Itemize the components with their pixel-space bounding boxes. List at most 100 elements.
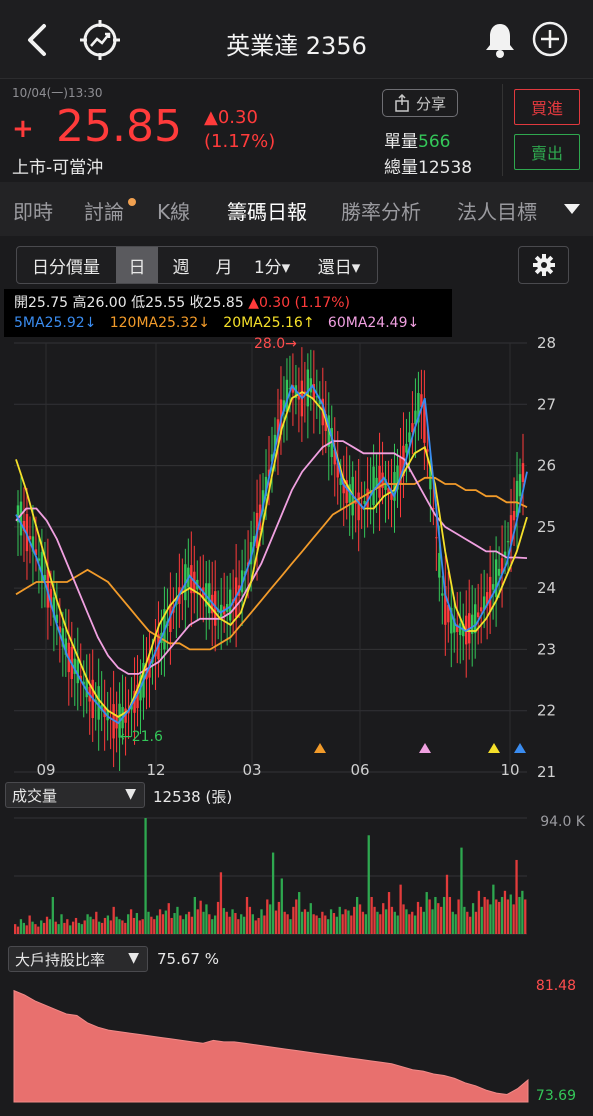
price-change: ▲0.30 (204, 107, 258, 128)
close-label: 收 (189, 295, 204, 311)
volume-bar (193, 896, 196, 934)
period-minute-dropdown[interactable]: 1分▾ (247, 247, 297, 283)
open-value: 25.75 (28, 295, 69, 311)
period-month[interactable]: 月 (203, 247, 245, 283)
volume-bar (506, 899, 510, 934)
volume-bar (150, 916, 153, 934)
ma120-value: 120MA25.32↓ (109, 315, 210, 331)
volume-bar (51, 896, 54, 934)
volume-bar (512, 904, 515, 934)
ma-line: 5MA25.92↓ 120MA25.32↓ 20MA25.16↑ 60MA24.… (14, 315, 419, 331)
candle-body (438, 553, 441, 578)
ohlc-info-box: 開25.75 高26.00 低25.55 收25.85 ▲0.30 (1.17%… (4, 289, 452, 337)
settings-button[interactable] (518, 246, 569, 284)
candle-body (357, 492, 360, 521)
candle-body (19, 501, 23, 536)
volume-bar (498, 901, 501, 934)
tab-institutional-target[interactable]: 法人目標 (457, 196, 537, 225)
volume-bar (437, 903, 440, 934)
plus-circle-icon[interactable] (531, 20, 569, 58)
volume-bar (309, 903, 312, 934)
tab-bar: 即時 討論 K線 籌碼日報 勝率分析 法人目標 (0, 182, 593, 236)
volume-bar (245, 896, 249, 934)
y-tick-label: 28 (537, 337, 556, 352)
volume-number: 12538 (153, 788, 201, 806)
volume-bar (387, 892, 391, 934)
volume-bar (356, 896, 359, 934)
volume-bar (312, 914, 315, 934)
candle-body (408, 432, 411, 443)
volume-bar (370, 896, 373, 934)
volume-bar (277, 901, 281, 934)
tab-win-rate[interactable]: 勝率分析 (341, 196, 421, 225)
volume-bar (121, 920, 124, 934)
candle-body (76, 659, 79, 684)
volume-bar (92, 919, 95, 934)
ratio-max-label: 81.48 (536, 978, 576, 994)
volume-bar (66, 919, 69, 934)
volume-bar (471, 903, 475, 934)
volume-bar (71, 921, 75, 934)
volume-bar (237, 919, 240, 934)
volume-bar (480, 906, 483, 934)
volume-bar (109, 920, 112, 934)
price-change-percent: (1.17%) (204, 131, 276, 152)
volume-bar (280, 878, 283, 934)
volume-bar (127, 914, 130, 934)
candle-body (309, 378, 313, 393)
volume-bar (521, 890, 524, 934)
price-chart[interactable]: 28 27 26 25 24 23 22 21 09 12 03 06 10 28.0→ ←21.6 (0, 337, 593, 782)
holder-ratio-chart[interactable]: 81.48 73.69 (0, 974, 593, 1116)
share-button[interactable]: 分享 (382, 89, 458, 117)
caret-down-icon (563, 204, 580, 214)
holder-indicator-label: 大戶持股比率 (15, 950, 106, 969)
volume-bar (100, 922, 104, 934)
volume-bar (431, 909, 434, 934)
volume-bar (477, 890, 481, 934)
tab-realtime[interactable]: 即時 (13, 196, 53, 225)
volume-bar (466, 911, 469, 934)
volume-bar (37, 926, 40, 934)
candle-body (97, 686, 100, 720)
tab-kline[interactable]: K線 (157, 196, 190, 225)
volume-bar (208, 914, 211, 934)
volume-bar (182, 919, 185, 934)
volume-bar (103, 917, 107, 934)
tab-chip-daily[interactable]: 籌碼日報 (227, 196, 307, 225)
volume-bar (31, 921, 34, 934)
volume-bar (156, 915, 159, 934)
volume-bar (428, 899, 431, 934)
volume-bar (19, 919, 23, 934)
volume-bar (187, 911, 191, 934)
volume-bar (474, 911, 478, 934)
volume-bar (69, 925, 72, 934)
y-tick-label: 25 (537, 518, 556, 536)
volume-bar (54, 921, 57, 934)
volume-indicator-dropdown[interactable]: 成交量 ▼ (5, 782, 145, 808)
period-day[interactable]: 日 (116, 247, 158, 283)
volume-bar (271, 852, 275, 934)
y-tick-label: 22 (537, 702, 556, 720)
candle-body (518, 474, 522, 497)
volume-bar (332, 913, 336, 934)
volume-chart[interactable]: 94.0 K (0, 810, 593, 940)
volume-bar (228, 916, 231, 934)
sell-button[interactable]: 賣出 (514, 134, 580, 170)
tab-discussion[interactable]: 討論 (84, 196, 124, 225)
high-label: 高 (72, 295, 87, 311)
volume-bar (132, 917, 136, 934)
volume-bar (135, 913, 139, 934)
tabs-more-button[interactable] (550, 182, 593, 236)
volume-bar (329, 909, 333, 934)
volume-bar (28, 915, 31, 934)
holder-indicator-dropdown[interactable]: 大戶持股比率 ▼ (8, 946, 148, 972)
bell-icon[interactable] (482, 20, 518, 60)
adjust-dropdown[interactable]: 還日▾ (307, 247, 371, 283)
period-intraday-volume[interactable]: 日分價量 (17, 247, 115, 283)
low-marker-label: ←21.6 (120, 729, 163, 745)
y-tick-label: 24 (537, 579, 556, 597)
period-week[interactable]: 週 (160, 247, 202, 283)
volume-bar (364, 914, 367, 934)
buy-button[interactable]: 買進 (514, 89, 580, 125)
volume-bar (358, 904, 362, 934)
